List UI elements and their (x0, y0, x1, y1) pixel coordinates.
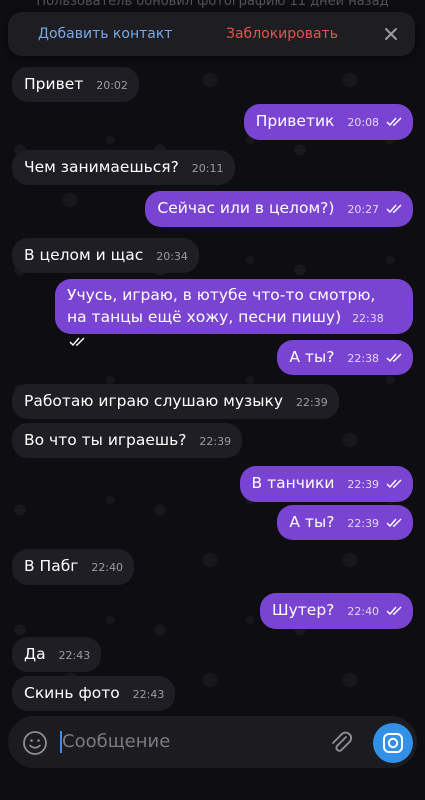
text-caret (60, 731, 62, 753)
message-text-line-2: на танцы ещё хожу, песни пишу) (67, 308, 342, 326)
message-text: Во что ты играешь? (24, 431, 187, 449)
message-time: 22:40 (91, 561, 124, 574)
message-time: 22:40 (347, 605, 380, 618)
camera-button[interactable] (373, 723, 413, 763)
message-incoming[interactable]: Скинь фото 22:43 (12, 676, 176, 711)
close-icon[interactable] (377, 20, 405, 48)
message-text: Чем занимаешься? (24, 158, 179, 176)
message-time: 22:38 (347, 352, 380, 365)
message-input[interactable]: Сообщение (60, 730, 171, 754)
message-time: 22:39 (347, 478, 380, 491)
message-text: В Пабг (24, 557, 79, 575)
message-composer: Сообщение (8, 716, 417, 768)
message-time: 22:43 (58, 649, 91, 662)
message-time: 22:39 (199, 435, 232, 448)
emoji-icon[interactable] (22, 730, 48, 756)
message-incoming[interactable]: Во что ты играешь? 22:39 (12, 423, 243, 458)
message-time: 20:34 (156, 250, 188, 263)
message-outgoing[interactable]: Учусь, играю, в ютубе что-то смотрю, на … (55, 279, 413, 346)
contact-action-bar: Добавить контакт Заблокировать (8, 12, 415, 56)
message-text: В целом и щас (24, 246, 144, 264)
message-text: Сейчас или в целом?) (157, 199, 335, 217)
double-check-icon (386, 606, 402, 615)
message-time: 22:39 (347, 517, 380, 530)
message-incoming[interactable]: Работаю играю слушаю музыку 22:39 (12, 384, 339, 419)
double-check-icon (386, 204, 402, 213)
add-contact-button[interactable]: Добавить контакт (38, 12, 172, 56)
message-time: 20:08 (347, 116, 380, 129)
message-outgoing[interactable]: Сейчас или в целом?) 20:27 (145, 191, 413, 227)
message-text: Привет (24, 75, 84, 93)
message-incoming[interactable]: В Пабг 22:40 (12, 549, 135, 585)
message-incoming[interactable]: Чем занимаешься? 20:11 (12, 150, 235, 185)
message-text: Приветик (255, 112, 335, 130)
message-outgoing[interactable]: В танчики 22:39 (239, 466, 413, 502)
double-check-icon (386, 479, 402, 488)
message-time: 20:27 (347, 203, 380, 216)
message-time: 22:39 (296, 396, 328, 409)
message-time: 22:43 (132, 688, 165, 701)
message-input-placeholder: Сообщение (62, 731, 171, 752)
camera-icon (383, 733, 403, 753)
block-user-button[interactable]: Заблокировать (226, 12, 338, 56)
paperclip-icon[interactable] (326, 728, 356, 758)
message-outgoing[interactable]: Приветик 20:08 (243, 104, 413, 140)
message-incoming[interactable]: Да 22:43 (12, 637, 102, 672)
message-outgoing[interactable]: А ты? 22:38 (277, 340, 413, 375)
double-check-icon (69, 337, 85, 346)
double-check-icon (386, 353, 402, 362)
system-navigation-bar (0, 778, 425, 800)
message-outgoing[interactable]: А ты? 22:39 (277, 505, 413, 540)
message-text: Шутер? (272, 601, 335, 619)
message-incoming[interactable]: Привет 20:02 (12, 67, 139, 102)
message-text: Скинь фото (24, 684, 120, 702)
message-time: 20:02 (96, 79, 128, 92)
message-incoming[interactable]: В целом и щас 20:34 (12, 238, 199, 273)
message-time: 22:38 (352, 312, 384, 325)
double-check-icon (386, 518, 402, 527)
message-text: А ты? (289, 513, 335, 531)
message-text: Да (24, 645, 46, 663)
message-time: 20:11 (191, 162, 224, 175)
double-check-icon (386, 117, 402, 126)
message-text: Работаю играю слушаю музыку (24, 392, 284, 410)
message-outgoing[interactable]: Шутер? 22:40 (260, 593, 413, 629)
message-text: В танчики (251, 474, 335, 492)
message-text: А ты? (289, 348, 335, 366)
profile-photo-notice: Пользователь обновил фотографию 11 дней … (36, 0, 389, 9)
message-text-line-1: Учусь, играю, в ютубе что-то смотрю, (67, 286, 376, 304)
